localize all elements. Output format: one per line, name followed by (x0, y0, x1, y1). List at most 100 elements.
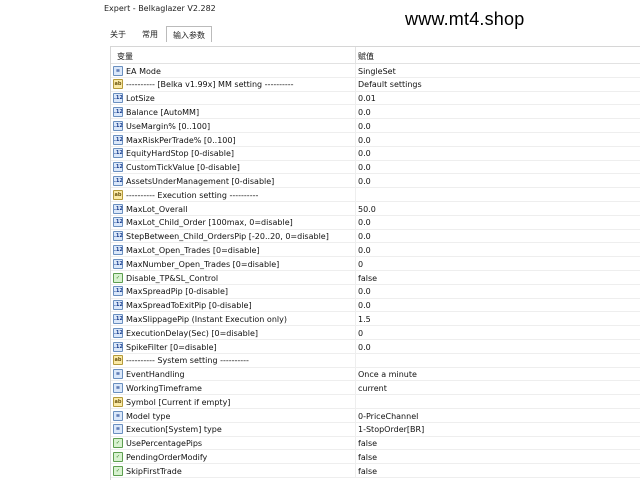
table-row[interactable]: .12 MaxSpreadPip [0-disable] 0.0 (111, 284, 640, 299)
bool-icon: ✓ (113, 438, 123, 449)
parameter-value[interactable]: false (358, 453, 377, 462)
parameter-name: MaxLot_Open_Trades [0=disable] (126, 245, 260, 255)
table-row[interactable]: .12 MaxLot_Child_Order [100max, 0=disable… (111, 215, 640, 230)
table-row[interactable]: .12 MaxNumber_Open_Trades [0=disable] 0 (111, 257, 640, 271)
parameter-name: Disable_TP&SL_Control (126, 273, 219, 283)
parameter-value[interactable]: 0.01 (358, 94, 376, 103)
parameter-name: MaxRiskPerTrade% [0..100] (126, 135, 236, 145)
parameter-value[interactable]: 0.0 (358, 177, 371, 186)
table-row[interactable]: .12 UseMargin% [0..100] 0.0 (111, 119, 640, 133)
table-row[interactable]: ≡ Execution[System] type 1-StopOrder[BR] (111, 422, 640, 437)
parameter-value[interactable]: 0.0 (358, 232, 371, 241)
table-row[interactable]: .12 MaxSlippagePip (Instant Execution onl… (111, 312, 640, 327)
parameter-name: SkipFirstTrade (126, 466, 182, 476)
table-row[interactable]: .12 AssetsUnderManagement [0-disable] 0.0 (111, 174, 640, 189)
cell-divider (355, 395, 356, 408)
parameter-value[interactable]: current (358, 384, 387, 393)
table-row[interactable]: ab ---------- System setting ---------- (111, 353, 640, 368)
parameter-value[interactable]: 50.0 (358, 205, 376, 214)
cell-divider (355, 160, 356, 174)
table-row[interactable]: ≡ EventHandling Once a minute (111, 367, 640, 382)
number-icon: .12 (113, 93, 123, 104)
parameter-name: MaxLot_Child_Order [100max, 0=disable] (126, 218, 293, 228)
cell-divider (355, 64, 356, 77)
table-row[interactable]: .12 StepBetween_Child_OrdersPip [-20..20,… (111, 229, 640, 244)
cell-divider (355, 450, 356, 464)
column-header-variable[interactable]: 变量 (117, 51, 133, 62)
bool-icon: ✓ (113, 272, 123, 283)
number-icon: .12 (113, 244, 123, 255)
enum-icon: ≡ (113, 410, 123, 421)
parameter-value[interactable]: 0.0 (358, 136, 371, 145)
parameter-value[interactable]: false (358, 467, 377, 476)
number-icon: .12 (113, 106, 123, 117)
table-row[interactable]: .12 LotSize 0.01 (111, 91, 640, 106)
tab-bar: 关于 常用 输入参数 (100, 24, 640, 42)
table-row[interactable]: .12 MaxSpreadToExitPip [0-disable] 0.0 (111, 298, 640, 313)
table-row[interactable]: .12 CustomTickValue [0-disable] 0.0 (111, 160, 640, 175)
column-header-value[interactable]: 赋值 (358, 51, 374, 62)
table-row[interactable]: .12 MaxRiskPerTrade% [0..100] 0.0 (111, 133, 640, 147)
number-icon: .12 (113, 300, 123, 311)
table-row[interactable]: ✓ UsePercentagePips false (111, 436, 640, 451)
cell-divider (355, 119, 356, 132)
table-row[interactable]: .12 MaxLot_Open_Trades [0=disable] 0.0 (111, 243, 640, 258)
parameter-value[interactable]: 0.0 (358, 301, 371, 310)
table-row[interactable]: ≡ EA Mode SingleSet (111, 64, 640, 78)
cell-divider (355, 146, 356, 160)
parameter-value[interactable]: 1-StopOrder[BR] (358, 425, 424, 434)
parameter-value[interactable]: 0.0 (358, 218, 371, 227)
table-row[interactable]: .12 ExecutionDelay(Sec) [0=disable] 0 (111, 326, 640, 340)
parameter-value[interactable]: 0-PriceChannel (358, 412, 418, 421)
parameter-value[interactable]: 0.0 (358, 343, 371, 352)
parameter-name: EquityHardStop [0-disable] (126, 149, 234, 159)
table-row[interactable]: .12 EquityHardStop [0-disable] 0.0 (111, 146, 640, 161)
parameter-value[interactable]: 0.0 (358, 122, 371, 131)
tab-common[interactable]: 常用 (136, 26, 164, 42)
table-header: 变量 赋值 (111, 47, 640, 64)
table-row[interactable]: .12 MaxLot_Overall 50.0 (111, 202, 640, 216)
parameter-name: AssetsUnderManagement [0-disable] (126, 176, 275, 186)
parameter-value[interactable]: 0 (358, 260, 363, 269)
cell-divider (355, 436, 356, 450)
table-row[interactable]: ≡ Model type 0-PriceChannel (111, 409, 640, 423)
parameter-name: MaxSlippagePip (Instant Execution only) (126, 314, 287, 324)
table-row[interactable]: ab Symbol [Current if empty] (111, 395, 640, 409)
parameter-name: LotSize (126, 94, 155, 104)
table-row[interactable]: ✓ SkipFirstTrade false (111, 464, 640, 478)
table-row[interactable]: .12 SpikeFilter [0=disable] 0.0 (111, 340, 640, 354)
parameter-value[interactable]: false (358, 439, 377, 448)
parameter-value[interactable]: SingleSet (358, 67, 396, 76)
cell-divider (355, 174, 356, 188)
table-row[interactable]: ✓ Disable_TP&SL_Control false (111, 271, 640, 285)
table-row[interactable]: ab ---------- [Belka v1.99x] MM setting -… (111, 77, 640, 92)
parameter-value[interactable]: 0.0 (358, 246, 371, 255)
tab-about[interactable]: 关于 (104, 26, 132, 42)
parameter-value[interactable]: 0.0 (358, 287, 371, 296)
parameter-value[interactable]: false (358, 274, 377, 283)
parameter-value[interactable]: 0.0 (358, 149, 371, 158)
table-row[interactable]: ≡ WorkingTimeframe current (111, 381, 640, 396)
cell-divider (355, 340, 356, 353)
title-bar: Expert - Belkaglazer V2.282 (100, 0, 640, 17)
number-icon: .12 (113, 162, 123, 173)
cell-divider (355, 353, 356, 367)
parameter-value[interactable]: 0.0 (358, 108, 371, 117)
tab-inputs[interactable]: 输入参数 (166, 26, 212, 42)
cell-divider (355, 409, 356, 422)
parameter-value[interactable]: 0 (358, 329, 363, 338)
column-divider[interactable] (355, 47, 356, 64)
parameter-value[interactable]: Once a minute (358, 370, 417, 379)
number-icon: .12 (113, 120, 123, 131)
table-row[interactable]: .12 Balance [AutoMM] 0.0 (111, 105, 640, 120)
number-icon: .12 (113, 231, 123, 242)
parameter-value[interactable]: Default settings (358, 80, 422, 89)
parameter-name: Execution[System] type (126, 425, 222, 435)
parameter-value[interactable]: 1.5 (358, 315, 371, 324)
table-row[interactable]: ab ---------- Execution setting ---------… (111, 188, 640, 202)
parameter-name: ---------- [Belka v1.99x] MM setting ---… (126, 80, 294, 90)
string-icon: ab (113, 396, 123, 407)
parameter-value[interactable]: 0.0 (358, 163, 371, 172)
window-title: Expert - Belkaglazer V2.282 (104, 4, 216, 13)
table-row[interactable]: ✓ PendingOrderModify false (111, 450, 640, 465)
